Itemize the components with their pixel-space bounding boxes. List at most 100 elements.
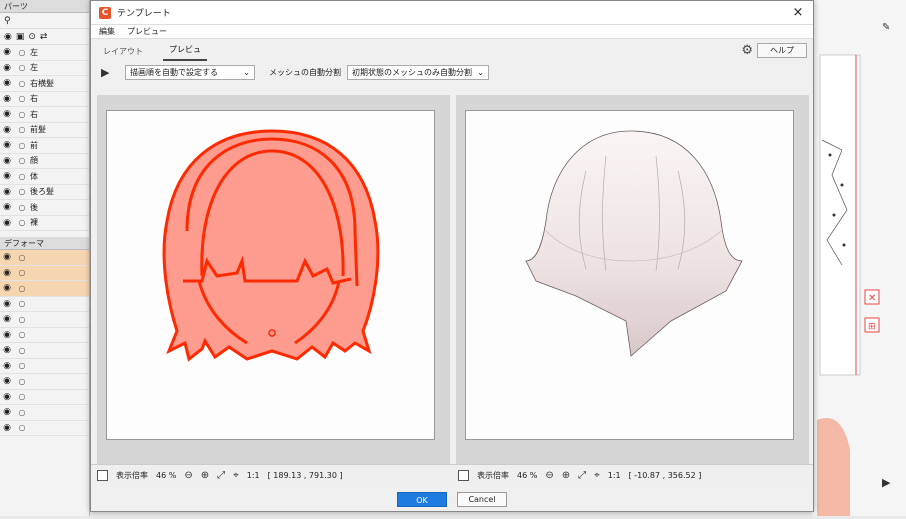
eye-icon[interactable]: ◉ [0,140,14,150]
lock-icon[interactable]: ○ [14,299,30,308]
lock-icon[interactable]: ○ [14,156,30,165]
deformer-row[interactable]: ◉ ○ [0,390,89,405]
eye-icon[interactable]: ◉ [0,47,14,57]
eye-icon[interactable]: ◉ [0,63,14,73]
center-icon[interactable]: ⌖ [594,470,600,481]
lock-icon[interactable]: ○ [14,346,30,355]
layer-row[interactable]: ◉ ○ 前 [0,138,89,154]
close-icon[interactable]: × [783,5,813,20]
lock-icon[interactable]: ○ [14,392,30,401]
eye-icon[interactable]: ◉ [0,361,14,371]
layer-row[interactable]: ◉ ○ 左 [0,45,89,61]
eye-icon[interactable]: ◉ [0,202,14,212]
help-button[interactable]: ヘルプ [757,43,807,58]
layer-row[interactable]: ◉ ○ 右横髪 [0,76,89,92]
lock-icon[interactable]: ○ [14,377,30,386]
lock-icon[interactable]: ○ [14,172,30,181]
layer-row[interactable]: ◉ ○ 後ろ髪 [0,185,89,200]
mesh-auto-select[interactable]: 初期状態のメッシュのみ自動分割 ⌄ [347,64,489,80]
layer-row[interactable]: ◉ ○ 左 [0,61,89,76]
lock-icon[interactable]: ○ [14,361,30,370]
eye-icon[interactable]: ◉ [0,78,14,88]
eye-icon[interactable]: ◉ [0,109,14,119]
lock-icon[interactable]: ▣ [16,32,25,42]
deformer-row[interactable]: ◉ ○ [0,328,89,343]
deformer-row[interactable]: ◉ ○ [0,343,89,359]
menu-preview[interactable]: プレビュー [127,25,167,38]
right-zoom-checkbox[interactable] [458,470,469,481]
deformer-row[interactable]: ◉ ○ [0,421,89,436]
zoom-in-icon[interactable]: ⊕ [562,470,570,481]
fit-icon[interactable]: ⤢ [217,470,225,481]
search-icon[interactable]: ⚲ [4,16,11,26]
lock-icon[interactable]: ○ [14,141,30,150]
eye-icon[interactable]: ◉ [0,187,14,197]
left-one-to-one[interactable]: 1:1 [247,471,260,480]
expand-icon[interactable]: ⊙ [28,32,36,42]
lock-icon[interactable]: ○ [14,110,30,119]
lock-icon[interactable]: ○ [14,284,30,293]
tab-preview[interactable]: プレビュ [163,44,207,61]
swap-icon[interactable]: ⇄ [40,32,48,42]
lock-icon[interactable]: ○ [14,125,30,134]
lock-icon[interactable]: ○ [14,79,30,88]
mesh-canvas[interactable] [106,110,435,440]
deformer-row[interactable]: ◉ ○ [0,297,89,312]
lock-icon[interactable]: ○ [14,187,30,196]
deformer-row[interactable]: ◉ ○ [0,281,89,297]
center-icon[interactable]: ⌖ [233,470,239,481]
lock-icon[interactable]: ○ [14,423,30,432]
lock-icon[interactable]: ○ [14,203,30,212]
layer-row[interactable]: ◉ ○ 右 [0,92,89,107]
lock-icon[interactable]: ○ [14,218,30,227]
eye-icon[interactable]: ◉ [0,218,14,228]
deformer-row[interactable]: ◉ ○ [0,250,89,266]
eye-icon[interactable]: ◉ [0,125,14,135]
eye-icon[interactable]: ◉ [0,268,14,278]
layer-row[interactable]: ◉ ○ 顔 [0,154,89,169]
eye-icon[interactable]: ◉ [0,283,14,293]
lock-icon[interactable]: ○ [14,94,30,103]
tab-layout[interactable]: レイアウト [97,46,149,61]
eye-icon[interactable]: ◉ [0,299,14,309]
layer-row[interactable]: ◉ ○ 前髪 [0,123,89,138]
layer-row[interactable]: ◉ ○ 右 [0,107,89,123]
layer-row[interactable]: ◉ ○ 後 [0,200,89,216]
deformer-row[interactable]: ◉ ○ [0,405,89,421]
lock-icon[interactable]: ○ [14,315,30,324]
eye-icon[interactable]: ◉ [0,156,14,166]
lock-icon[interactable]: ○ [14,253,30,262]
lock-icon[interactable]: ○ [14,48,30,57]
eye-icon[interactable]: ◉ [0,345,14,355]
left-zoom-checkbox[interactable] [97,470,108,481]
eye-icon[interactable]: ◉ [0,252,14,262]
menu-edit[interactable]: 編集 [99,25,115,38]
eye-icon[interactable]: ◉ [4,32,12,42]
deformer-row[interactable]: ◉ ○ [0,359,89,374]
play-icon[interactable]: ▶ [101,66,119,79]
lock-icon[interactable]: ○ [14,408,30,417]
lock-icon[interactable]: ○ [14,63,30,72]
draw-order-select[interactable]: 描画順を自動で設定する ⌄ [125,64,255,80]
eye-icon[interactable]: ◉ [0,171,14,181]
eye-icon[interactable]: ◉ [0,314,14,324]
cancel-button[interactable]: Cancel [457,491,507,507]
eye-icon[interactable]: ◉ [0,392,14,402]
eye-icon[interactable]: ◉ [0,330,14,340]
render-canvas[interactable] [465,110,794,440]
right-one-to-one[interactable]: 1:1 [608,471,621,480]
lock-icon[interactable]: ○ [14,268,30,277]
ok-button[interactable]: OK [397,491,447,507]
zoom-out-icon[interactable]: ⊖ [545,470,553,481]
eye-icon[interactable]: ◉ [0,423,14,433]
zoom-out-icon[interactable]: ⊖ [184,470,192,481]
deformer-row[interactable]: ◉ ○ [0,312,89,328]
layer-row[interactable]: ◉ ○ 体 [0,169,89,185]
deformer-row[interactable]: ◉ ○ [0,374,89,390]
eye-icon[interactable]: ◉ [0,376,14,386]
zoom-in-icon[interactable]: ⊕ [201,470,209,481]
deformer-row[interactable]: ◉ ○ [0,265,89,281]
eye-icon[interactable]: ◉ [0,407,14,417]
lock-icon[interactable]: ○ [14,330,30,339]
layer-row[interactable]: ◉ ○ 裸 [0,216,89,231]
